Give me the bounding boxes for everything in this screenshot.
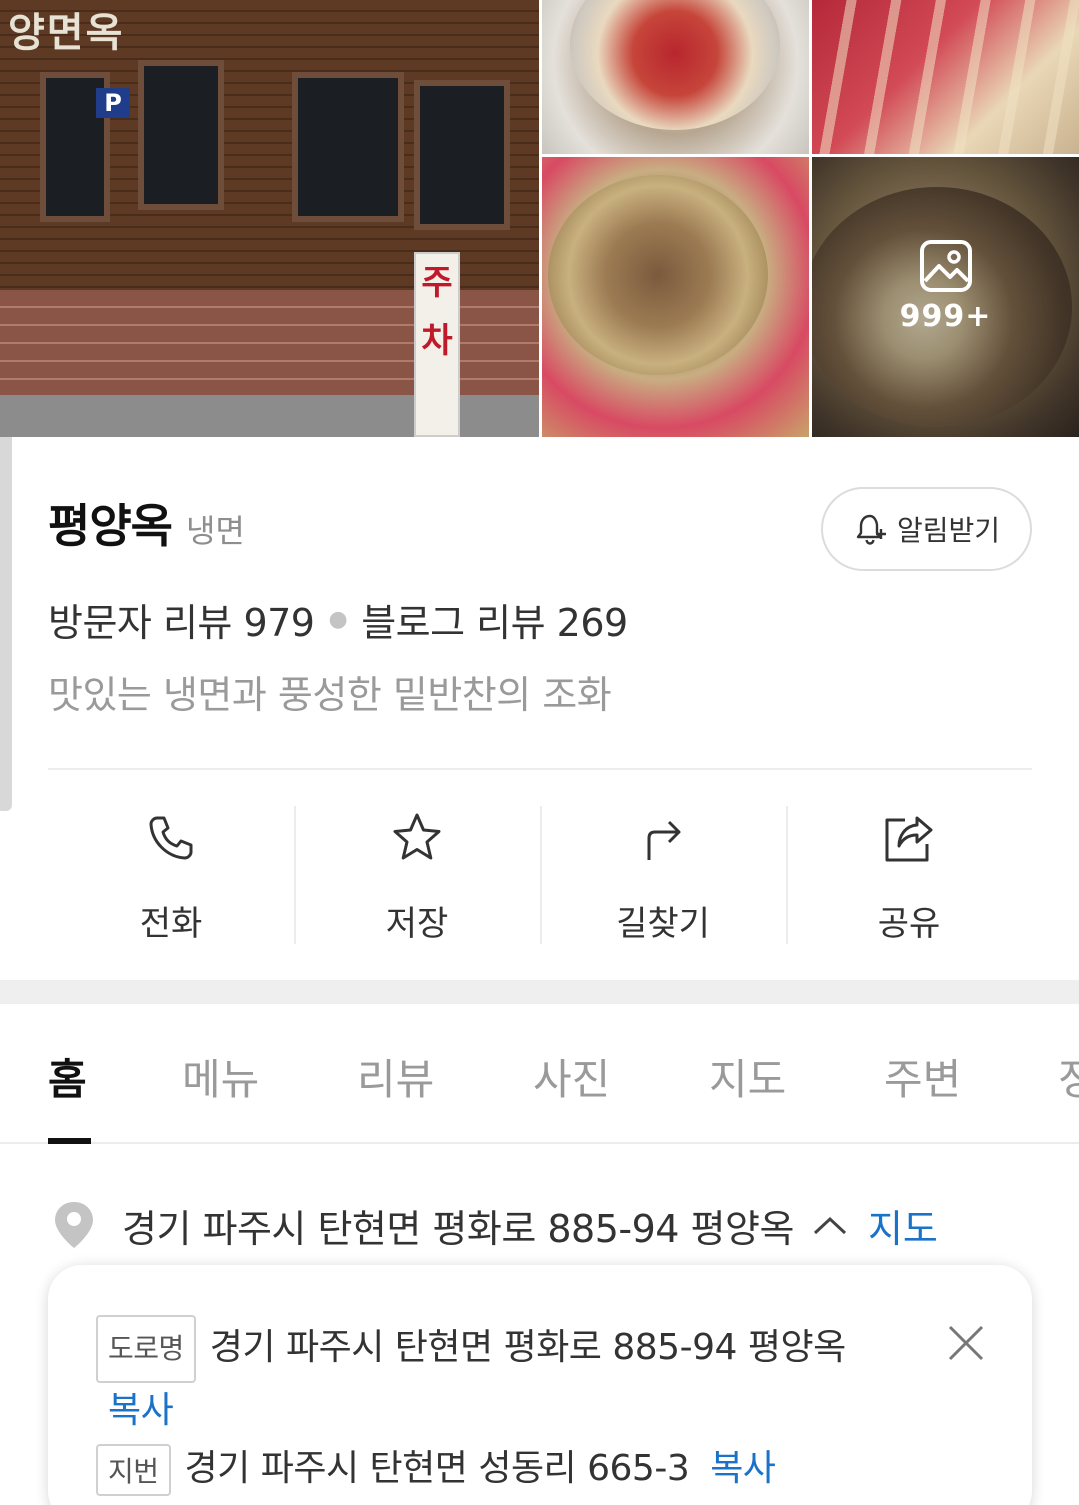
place-name: 평양옥	[48, 499, 173, 553]
food-photo-meat[interactable]	[812, 0, 1079, 154]
separator-dot: ●	[328, 607, 348, 632]
copy-road-address-button[interactable]: 복사	[108, 1390, 174, 1431]
scroll-indicator	[0, 437, 12, 811]
share-button[interactable]: 공유	[786, 806, 1032, 946]
tab-photos[interactable]: 사진	[533, 1046, 610, 1107]
window	[414, 80, 510, 230]
tab-info[interactable]: 정	[1058, 1046, 1079, 1107]
call-button[interactable]: 전화	[48, 806, 294, 946]
phone-icon	[149, 816, 193, 860]
image-icon	[919, 239, 972, 292]
window	[138, 60, 224, 210]
tab-menu[interactable]: 메뉴	[182, 1046, 259, 1107]
location-pin-icon	[55, 1202, 93, 1248]
alarm-button[interactable]: 알림받기	[821, 487, 1032, 571]
bowl	[570, 0, 780, 130]
photo-count: 999+	[899, 298, 992, 334]
share-label: 공유	[877, 904, 941, 944]
bowl	[548, 175, 768, 375]
action-bar: 전화 저장 길찾기 공유	[48, 806, 1032, 946]
tab-nearby[interactable]: 주변	[884, 1046, 961, 1107]
save-label: 저장	[385, 904, 449, 944]
roof-sign-text: 양면옥	[8, 10, 125, 56]
active-tab-indicator	[48, 1138, 91, 1144]
signboard-char: 주	[421, 263, 453, 303]
more-photos-overlay[interactable]: 999+	[812, 157, 1079, 437]
address-detail-popup: 도로명 경기 파주시 탄현면 평화로 885-94 평양옥 복사 지번 경기 파주시…	[48, 1265, 1032, 1505]
map-link[interactable]: 지도	[868, 1198, 938, 1253]
signboard-char: 차	[421, 321, 453, 361]
road-address-line: 도로명 경기 파주시 탄현면 평화로 885-94 평양옥 복사	[96, 1315, 916, 1439]
food-photo-galbitang[interactable]	[542, 157, 809, 437]
lot-address-line: 지번 경기 파주시 탄현면 성동리 665-3 복사	[96, 1439, 776, 1496]
blog-review-link[interactable]: 블로그 리뷰 269	[361, 592, 628, 647]
parking-mark: P	[96, 88, 130, 118]
bamboo-mat	[812, 0, 1079, 154]
call-label: 전화	[139, 904, 203, 944]
parking-signboard: 주 차	[414, 252, 460, 437]
food-photo-bibim-naengmyeon[interactable]	[542, 0, 809, 154]
review-summary: 방문자 리뷰 979 ● 블로그 리뷰 269	[48, 592, 628, 647]
divider	[48, 768, 1032, 770]
road-address-text: 경기 파주시 탄현면 평화로 885-94 평양옥	[209, 1327, 846, 1368]
place-category: 냉면	[185, 512, 245, 550]
window	[292, 72, 404, 222]
tab-map[interactable]: 지도	[709, 1046, 786, 1107]
chevron-up-icon[interactable]	[812, 1214, 848, 1236]
tab-bar: 홈 메뉴 리뷰 사진 지도 주변 정	[0, 1004, 1079, 1144]
tab-home[interactable]: 홈	[48, 1046, 87, 1107]
alarm-label: 알림받기	[896, 514, 1001, 547]
share-icon	[885, 816, 933, 862]
place-description: 맛있는 냉면과 풍성한 밑반찬의 조화	[48, 673, 612, 717]
directions-label: 길찾기	[616, 904, 710, 944]
directions-button[interactable]: 길찾기	[540, 806, 786, 946]
road-address-badge: 도로명	[96, 1315, 196, 1383]
title-row: 평양옥 냉면	[48, 490, 245, 556]
tab-reviews[interactable]: 리뷰	[357, 1046, 434, 1107]
directions-icon	[647, 820, 681, 860]
address-summary: 경기 파주시 탄현면 평화로 885-94 평양옥	[122, 1206, 794, 1251]
bell-plus-icon	[856, 514, 886, 545]
section-separator	[0, 980, 1079, 1004]
storefront-photo[interactable]: 양면옥 P 주 차	[0, 0, 539, 437]
lot-address-badge: 지번	[96, 1444, 171, 1496]
close-icon[interactable]	[946, 1323, 986, 1363]
address-row[interactable]: 경기 파주시 탄현면 평화로 885-94 평양옥 지도	[52, 1195, 1052, 1255]
visitor-review-link[interactable]: 방문자 리뷰 979	[48, 592, 315, 647]
photo-gallery: 양면옥 P 주 차 999+	[0, 0, 1079, 437]
save-button[interactable]: 저장	[294, 806, 540, 946]
lot-address-text: 경기 파주시 탄현면 성동리 665-3	[184, 1448, 690, 1489]
star-icon	[393, 813, 441, 860]
copy-lot-address-button[interactable]: 복사	[710, 1448, 776, 1489]
